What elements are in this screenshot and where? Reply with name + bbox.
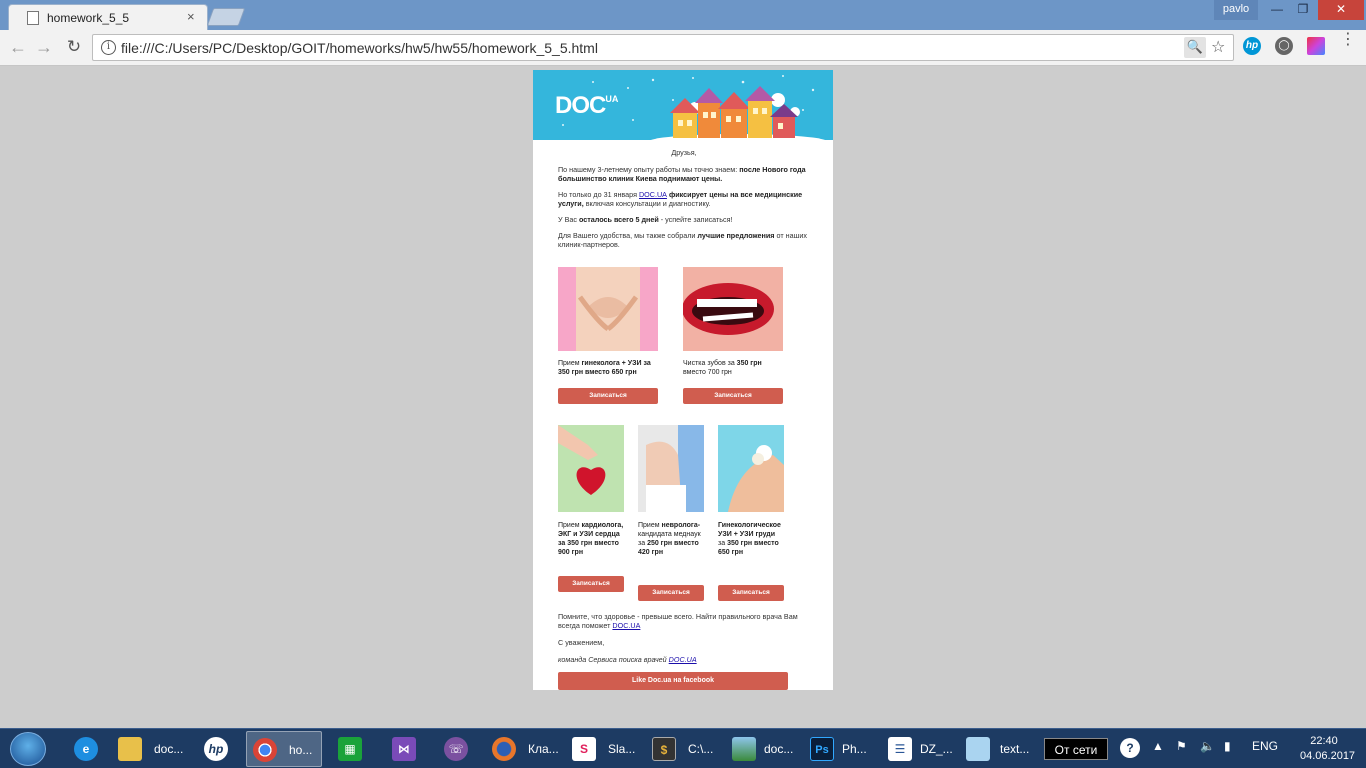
footer-team: команда Сервиса поиска врачей DOC.UA [558,655,697,664]
paragraph-4: Для Вашего удобства, мы также собрали лу… [558,231,807,249]
star-icon[interactable]: ☆ [1211,37,1225,57]
paragraph-3: У Вас осталось всего 5 дней - успейте за… [558,215,733,224]
browser-tab[interactable]: homework_5_5 × [8,4,208,30]
heart-photo [558,425,624,512]
vs-icon: ⋈ [392,737,416,761]
info-icon[interactable]: i [101,40,116,55]
taskbar-item-slack[interactable]: S Sla... [566,731,642,767]
email-content: DOCUA Друзья, По нашему 3-летнему опыту … [533,70,833,690]
browser-toolbar: ← → ↻ i file:///C:/Users/PC/Desktop/GOIT… [0,30,1366,66]
offer-caption: Прием гинеколога + УЗИ за 350 грн вместо… [558,360,651,376]
reload-icon[interactable]: ↻ [62,36,86,60]
firefox-icon [492,737,516,761]
start-button[interactable] [10,732,46,766]
document-icon [27,11,39,25]
extension-icon-2[interactable] [1307,37,1325,55]
shoulder-photo [718,425,784,512]
hp-icon: hp [204,737,228,761]
docua-link[interactable]: DOC.UA [639,190,667,199]
volume-icon[interactable]: 🔈 [1200,739,1215,753]
image-viewer-icon [732,737,756,761]
book-button-teeth[interactable]: Записаться [683,388,783,404]
offer-caption: Прием кардиолога, ЭКГ и УЗИ сердца за 35… [558,522,624,556]
paragraph-2: Но только до 31 января DOC.UA фиксирует … [558,190,803,208]
minimize-button[interactable]: — [1264,0,1290,20]
offer-card-cardiologist: Прием кардиолога, ЭКГ и УЗИ сердца за 35… [558,425,624,575]
forward-icon[interactable]: → [32,36,56,60]
store-icon: ▦ [338,737,362,761]
address-bar[interactable]: i file:///C:/Users/PC/Desktop/GOIT/homew… [92,34,1234,61]
close-window-button[interactable]: ✕ [1318,0,1364,20]
belly-photo [558,267,658,351]
docua-link[interactable]: DOC.UA [669,655,697,664]
hero-banner: DOCUA [533,70,833,140]
offer-caption: Чистка зубов за 350 грн вместо 700 грн [683,360,762,376]
back-photo [638,425,704,512]
taskbar-item-store[interactable]: ▦ [326,731,376,767]
book-button-cardiologist[interactable]: Записаться [558,576,624,592]
book-button-gynecologist[interactable]: Записаться [558,388,658,404]
greeting: Друзья, [671,148,697,157]
viber-icon: ☏ [444,737,468,761]
tab-close-icon[interactable]: × [187,9,195,24]
photoshop-icon: Ps [810,737,834,761]
url-text[interactable]: file:///C:/Users/PC/Desktop/GOIT/homewor… [121,40,598,56]
footer-paragraph: Помните, что здоровье - превыше всего. Н… [558,612,798,630]
language-indicator[interactable]: ENG [1252,739,1278,753]
extension-icon[interactable]: ◯ [1275,37,1293,55]
hp-extension-icon[interactable]: hp [1243,37,1261,55]
slack-icon: S [572,737,596,761]
taskbar-item-photoshop[interactable]: Ps Ph... [806,731,874,767]
network-icon[interactable]: ▮ [1224,739,1231,753]
back-icon[interactable]: ← [6,36,30,60]
taskbar-item-viber[interactable]: ☏ [432,731,482,767]
network-status[interactable]: От сети [1044,738,1108,760]
taskbar-ie[interactable]: e [62,731,112,767]
internet-explorer-icon: e [74,737,98,761]
email-body: Друзья, По нашему 3-летнему опыту работы… [558,148,810,256]
word-icon: ☰ [888,737,912,761]
new-tab-button[interactable] [206,8,246,26]
taskbar-item-word[interactable]: ☰ DZ_... [882,731,954,767]
clock[interactable]: 22:40 04.06.2017 [1300,734,1355,764]
terminal-icon: $ [652,737,676,761]
offer-card-neurologist: Прием невролога- кандидата меднаук за 25… [638,425,704,585]
maximize-button[interactable]: ❐ [1290,0,1316,20]
footer-regards: С уважением, [558,638,605,647]
browser-titlebar: homework_5_5 × pavlo — ❐ ✕ [0,0,1366,30]
taskbar-item-terminal[interactable]: $ C:\... [646,731,722,767]
taskbar-item-notepad[interactable]: text... [960,731,1036,767]
offer-caption: Прием невролога- кандидата меднаук за 25… [638,522,701,556]
taskbar-item-firefox[interactable]: Кла... [486,731,562,767]
book-button-ultrasound[interactable]: Записаться [718,585,784,601]
winter-houses-illustration [562,75,826,140]
taskbar-item-vs[interactable]: ⋈ [380,731,430,767]
paragraph-1: По нашему 3-летнему опыту работы мы точн… [558,165,806,183]
smile-photo [683,267,783,351]
zoom-icon[interactable]: 🔍 [1184,37,1206,58]
taskbar-item-image-viewer[interactable]: doc... [726,731,802,767]
tray-expand-icon[interactable]: ▲ [1152,739,1164,753]
offer-card-gynecologist: Прием гинеколога + УЗИ за 350 грн вместо… [558,267,658,407]
offer-card-teeth: Чистка зубов за 350 грн вместо 700 грн [683,267,783,407]
docua-link[interactable]: DOC.UA [612,621,640,630]
taskbar-item-chrome[interactable]: ho... [246,731,322,767]
book-button-neurologist[interactable]: Записаться [638,585,704,601]
folder-icon [118,737,142,761]
flag-icon[interactable]: ⚑ [1176,739,1187,753]
tab-title: homework_5_5 [47,11,130,25]
facebook-like-button[interactable]: Like Doc.ua на facebook [558,672,788,690]
taskbar-item-folder[interactable]: doc... [112,731,188,767]
chrome-icon [253,738,277,762]
menu-icon[interactable]: ⋮ [1340,32,1356,48]
notepad-icon [966,737,990,761]
profile-button[interactable]: pavlo [1214,0,1258,20]
help-icon[interactable]: ? [1120,738,1140,758]
taskbar-item-hp[interactable]: hp [192,731,242,767]
offer-card-ultrasound: Гинекологическое УЗИ + УЗИ груди за 350 … [718,425,784,585]
offer-caption: Гинекологическое УЗИ + УЗИ груди за 350 … [718,522,781,556]
